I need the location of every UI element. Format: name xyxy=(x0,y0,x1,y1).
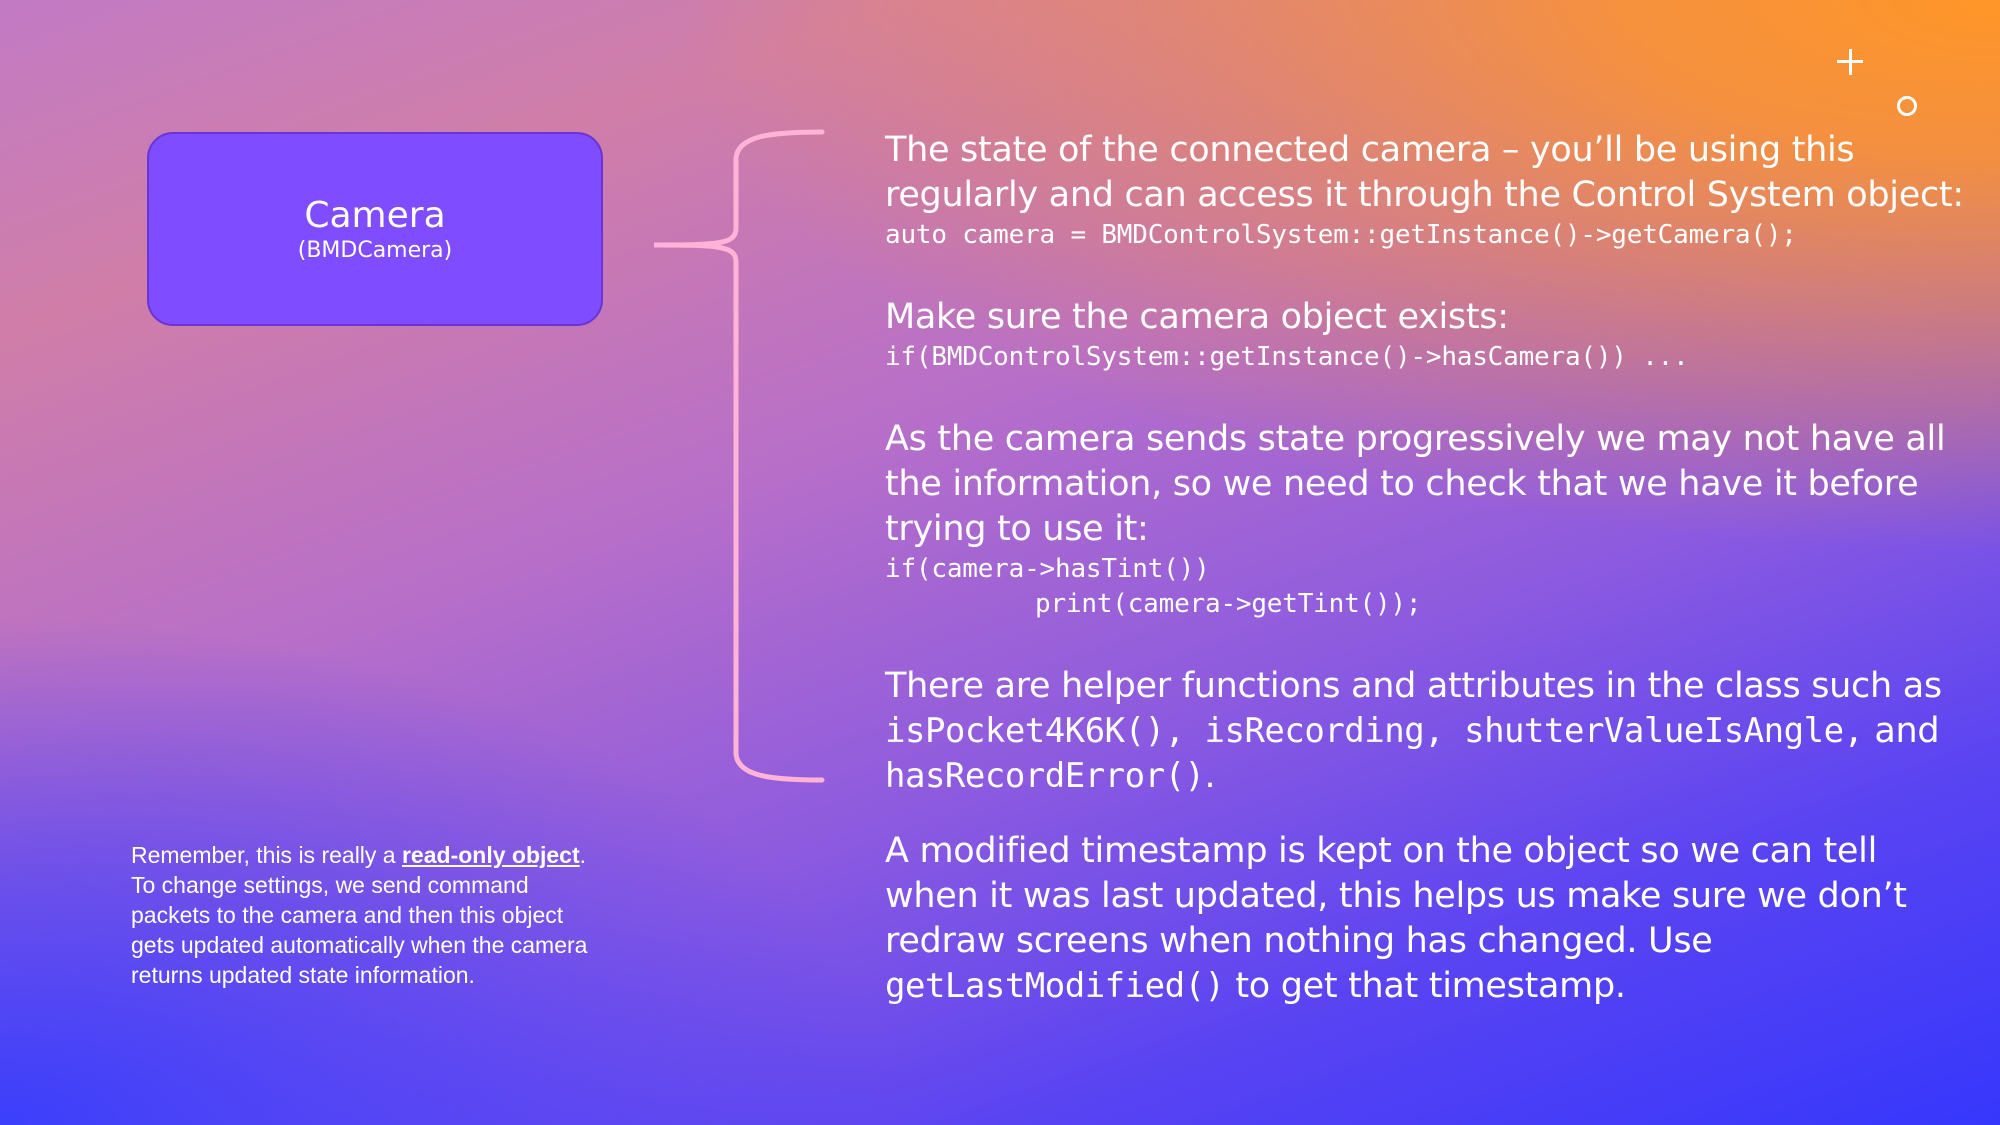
curly-brace xyxy=(653,129,825,783)
progressive-code-line2: print(camera->getTint()); xyxy=(1035,589,1422,619)
exists-text: Make sure the camera object exists: xyxy=(885,297,1509,337)
timestamp-text-post: to get that timestamp. xyxy=(1224,966,1626,1006)
progressive-code-line1: if(camera->hasTint()) xyxy=(885,554,1210,584)
card-subtitle: (BMDCamera) xyxy=(297,238,453,263)
helpers-code2: hasRecordError() xyxy=(885,756,1205,796)
progressive-text: As the camera sends state progressively … xyxy=(885,419,1946,549)
timestamp-code: getLastModified() xyxy=(885,966,1225,1006)
helpers-text-and: and xyxy=(1863,711,1940,751)
helpers-text: There are helper functions and attribute… xyxy=(885,664,1975,799)
note-emphasis: read-only object xyxy=(401,842,580,868)
circle-icon xyxy=(1897,96,1917,116)
plus-icon xyxy=(1837,49,1863,75)
helpers-code1: isPocket4K6K(), isRecording, shutterValu… xyxy=(885,711,1864,751)
timestamp-text: A modified timestamp is kept on the obje… xyxy=(885,829,1975,1009)
state-text: The state of the connected camera – you’… xyxy=(885,130,1964,215)
exists-code: if(BMDControlSystem::getInstance()->hasC… xyxy=(885,342,1689,372)
timestamp-text-pre: A modified timestamp is kept on the obje… xyxy=(885,831,1907,961)
helpers-text-post: . xyxy=(1204,756,1216,796)
card-title: Camera xyxy=(304,195,446,236)
camera-card: Camera (BMDCamera) xyxy=(147,132,603,326)
state-code: auto camera = BMDControlSystem::getInsta… xyxy=(885,220,1797,250)
note-text-pre: Remember, this is really a xyxy=(131,842,402,868)
content-column: The state of the connected camera – you’… xyxy=(885,128,1975,1009)
helpers-text-pre: There are helper functions and attribute… xyxy=(885,666,1942,706)
read-only-note: Remember, this is really a read-only obj… xyxy=(131,840,591,990)
